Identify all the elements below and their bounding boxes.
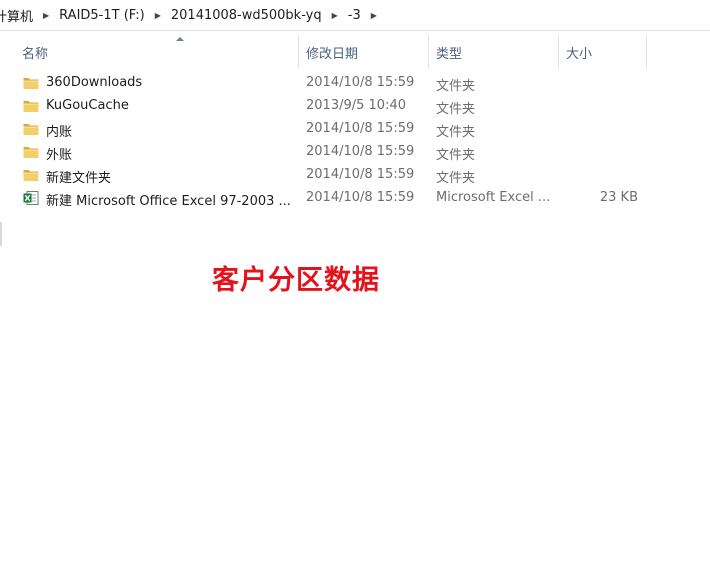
file-date: 2014/10/8 15:59	[306, 121, 415, 136]
file-type: 文件夹	[436, 171, 476, 186]
column-header-date[interactable]: 修改日期	[306, 31, 428, 68]
chevron-right-icon[interactable]: ▶	[36, 11, 56, 20]
file-name: 外账	[46, 148, 73, 163]
chevron-right-icon[interactable]: ▶	[325, 11, 345, 20]
file-type: Microsoft Excel ...	[436, 190, 551, 205]
file-type: 文件夹	[436, 102, 476, 117]
file-name: 360Downloads	[46, 75, 143, 90]
file-row[interactable]: 360Downloads 2014/10/8 15:59 文件夹	[0, 72, 710, 95]
column-divider[interactable]	[646, 35, 647, 68]
file-row[interactable]: 新建 Microsoft Office Excel 97-2003 ... 201…	[0, 187, 710, 210]
file-row[interactable]: KuGouCache 2013/9/5 10:40 文件夹	[0, 95, 710, 118]
breadcrumb-item-folder[interactable]: 20141008-wd500bk-yq	[168, 8, 325, 23]
column-divider[interactable]	[428, 35, 429, 68]
column-header-type[interactable]: 类型	[436, 31, 558, 68]
file-name: 内账	[46, 125, 73, 140]
file-name: 新建文件夹	[46, 171, 112, 186]
excel-file-icon	[23, 190, 39, 205]
column-header: 名称 修改日期 类型 大小	[0, 31, 710, 68]
file-date: 2014/10/8 15:59	[306, 190, 415, 205]
overlay-caption: 客户分区数据	[212, 265, 380, 296]
file-date: 2014/10/8 15:59	[306, 167, 415, 182]
file-type: 文件夹	[436, 125, 476, 140]
file-type: 文件夹	[436, 79, 476, 94]
folder-icon	[23, 168, 39, 182]
folder-icon	[23, 145, 39, 159]
breadcrumb-item-current[interactable]: -3	[345, 8, 364, 23]
chevron-right-icon[interactable]: ▶	[148, 11, 168, 20]
file-row[interactable]: 内账 2014/10/8 15:59 文件夹	[0, 118, 710, 141]
sort-ascending-icon	[176, 37, 184, 41]
column-header-size-label: 大小	[566, 47, 593, 62]
pane-edge	[0, 222, 2, 246]
file-type: 文件夹	[436, 148, 476, 163]
file-name: KuGouCache	[46, 98, 129, 113]
folder-icon	[23, 99, 39, 113]
file-date: 2014/10/8 15:59	[306, 144, 415, 159]
breadcrumb-item-drive[interactable]: RAID5-1T (F:)	[56, 8, 148, 23]
file-size: 23 KB	[599, 190, 638, 205]
folder-icon	[23, 76, 39, 90]
column-divider[interactable]	[558, 35, 559, 68]
column-header-name[interactable]: 名称	[22, 31, 298, 68]
breadcrumb-item-computer[interactable]: 计算机	[0, 6, 36, 25]
folder-icon	[23, 122, 39, 136]
breadcrumb: 计算机 ▶ RAID5-1T (F:) ▶ 20141008-wd500bk-y…	[0, 0, 710, 31]
file-row[interactable]: 新建文件夹 2014/10/8 15:59 文件夹	[0, 164, 710, 187]
file-name: 新建 Microsoft Office Excel 97-2003 ...	[46, 194, 291, 209]
column-header-date-label: 修改日期	[306, 47, 359, 62]
file-date: 2014/10/8 15:59	[306, 75, 415, 90]
chevron-right-icon[interactable]: ▶	[364, 11, 384, 20]
file-row[interactable]: 外账 2014/10/8 15:59 文件夹	[0, 141, 710, 164]
column-header-name-label: 名称	[22, 47, 49, 62]
column-header-size[interactable]: 大小	[566, 31, 646, 68]
column-header-type-label: 类型	[436, 47, 463, 62]
file-list: 360Downloads 2014/10/8 15:59 文件夹 KuGouCache…	[0, 72, 710, 210]
column-divider[interactable]	[298, 35, 299, 68]
file-date: 2013/9/5 10:40	[306, 98, 406, 113]
